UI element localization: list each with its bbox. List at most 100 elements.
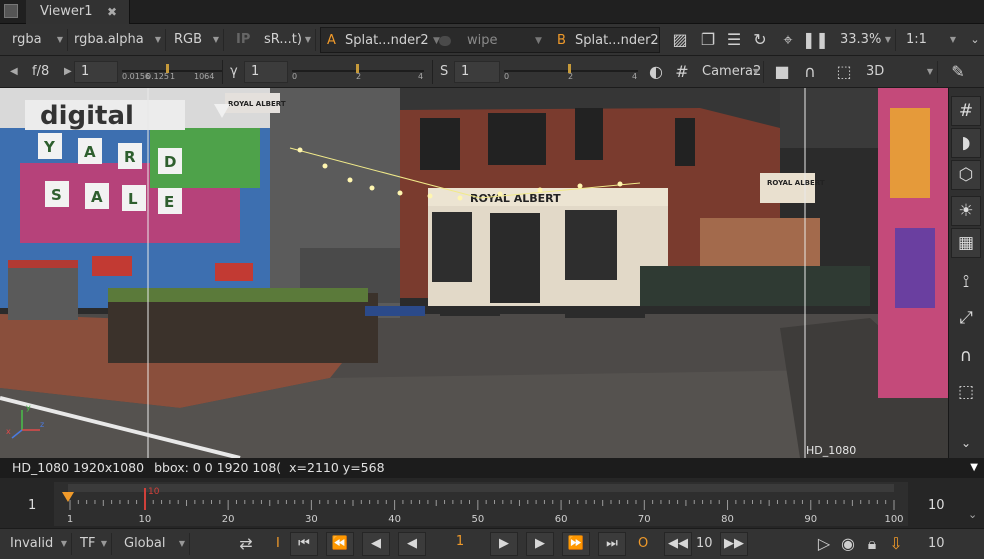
tab-label: Viewer1 [40, 4, 93, 19]
refresh-icon[interactable]: ↻ [748, 28, 772, 52]
b-input-dropdown[interactable]: Splat...nder2 [575, 30, 659, 52]
saturation-label: S [440, 64, 449, 79]
viewer-image: digital Y A R D S A L E ROYAL ALBERT ROY… [0, 88, 948, 458]
gamma-label: γ [230, 64, 238, 79]
in-point-marker-icon[interactable] [62, 492, 74, 502]
tab-viewer1[interactable]: Viewer1 ✖ [26, 0, 130, 24]
svg-text:x: x [6, 427, 11, 436]
axis-icon[interactable]: ⟟ [951, 268, 981, 298]
cube-icon[interactable]: ⬡ [951, 160, 981, 190]
viewer-canvas[interactable]: digital Y A R D S A L E ROYAL ALBERT ROY… [0, 88, 948, 458]
wipe-mode-dropdown[interactable]: wipe [467, 30, 498, 52]
skip-back-icon[interactable]: ◀◀ [664, 532, 692, 556]
playback-mode-icon[interactable]: ▷ [812, 532, 836, 556]
capture-icon[interactable]: ◉ [836, 532, 860, 556]
fps-field[interactable]: 10 [928, 533, 945, 555]
chevron-down-icon: ▼ [304, 35, 311, 44]
chevron-down-icon: ▼ [178, 539, 185, 548]
step-forward-increment-icon[interactable]: ▶ [526, 532, 554, 556]
chevron-down-icon: ▼ [56, 35, 63, 44]
timecode-format-dropdown[interactable]: TF ▼ [76, 533, 112, 555]
current-frame-marker[interactable] [144, 488, 146, 510]
skip-forward-icon[interactable]: ▶▶ [720, 532, 748, 556]
wipe-toggle[interactable] [439, 36, 451, 46]
expand-chevron-icon[interactable]: ⌄ [951, 434, 981, 454]
gain-increase-icon[interactable]: ▶ [64, 61, 72, 83]
windows-icon[interactable]: ❐ [696, 28, 720, 52]
sun-icon[interactable]: ☀ [951, 196, 981, 226]
roi-icon[interactable]: ⬚ [832, 60, 856, 84]
sale-letter: E [164, 193, 174, 211]
set-in-point-button[interactable]: I [276, 533, 280, 555]
format-overlay: HD_1080 [806, 444, 856, 457]
next-keyframe-icon[interactable]: ⏩ [562, 532, 590, 556]
svg-text:z: z [40, 420, 44, 429]
gain-field[interactable]: 1 [74, 61, 118, 83]
lock-icon[interactable]: 🔒︎ [860, 532, 884, 556]
current-frame-field[interactable]: 1 [434, 532, 486, 556]
camera-lock-icon[interactable]: ■ [770, 60, 794, 84]
chevron-down-icon: ▼ [949, 35, 956, 44]
grid-icon[interactable]: # [951, 96, 981, 126]
shade-icon[interactable]: ◗ [951, 128, 981, 158]
b-input-label: B [557, 33, 566, 48]
go-to-start-icon[interactable]: ⏮ [290, 532, 318, 556]
display-channels-value: RGB [174, 32, 203, 47]
gain-slider[interactable]: 0.0156 0.125 1 1064 [122, 62, 222, 84]
chevron-down-icon: ▼ [535, 36, 542, 46]
pause-icon[interactable]: ❚❚ [802, 28, 829, 52]
expand-chevron-icon[interactable]: ⌄ [966, 28, 984, 52]
expand-chevron-icon[interactable]: ⌄ [968, 508, 977, 521]
gain-decrease-icon[interactable]: ◀ [10, 61, 18, 83]
zoom-dropdown[interactable]: 33.3% ▼ [836, 29, 896, 51]
timeline-scrubber[interactable]: 1 10 20 30 40 50 60 70 80 90 100 10 [54, 482, 908, 526]
target-icon[interactable]: ⌖ [776, 28, 800, 52]
a-input-dropdown[interactable]: Splat...nder2 [345, 30, 429, 52]
viewer-toolbar-bottom: ◀ f/8 ▶ 1 0.0156 0.125 1 1064 γ 1 0 2 4 … [0, 56, 984, 88]
go-to-end-icon[interactable]: ⏭ [598, 532, 626, 556]
previous-keyframe-icon[interactable]: ⏪ [326, 532, 354, 556]
curve-icon[interactable]: ∩ [798, 60, 822, 84]
bbox-icon[interactable]: ⬚ [951, 378, 981, 408]
play-backward-icon[interactable]: ◀ [398, 532, 426, 556]
svg-text:y: y [26, 403, 31, 412]
loop-mode-icon[interactable]: ⇄ [234, 532, 258, 556]
frame-range-mode-dropdown[interactable]: Invalid ▼ [6, 533, 72, 555]
saturation-slider[interactable]: 0 2 4 [504, 62, 638, 84]
saturation-tick: 4 [632, 72, 638, 81]
close-tab-icon[interactable]: ✖ [107, 0, 117, 24]
transform-icon[interactable]: ⤢ [951, 304, 981, 334]
input-process-toggle[interactable]: IP [236, 29, 250, 51]
saturation-field[interactable]: 1 [454, 61, 500, 83]
export-icon[interactable]: ⇩ [884, 532, 908, 556]
pane-menu-icon[interactable] [4, 4, 18, 18]
checker-icon[interactable]: ▦ [951, 228, 981, 258]
roi-stripes-icon[interactable]: ▨ [668, 28, 692, 52]
channels-dropdown[interactable]: rgba ▼ [8, 29, 68, 51]
saturation-tick: 2 [568, 72, 574, 81]
timeline-tick-label: 40 [388, 514, 401, 525]
view-mode-dropdown[interactable]: 3D ▼ [862, 61, 938, 83]
proxy-ratio-dropdown[interactable]: 1:1 ▼ [902, 29, 960, 51]
paint-tool-icon[interactable]: ✎ [946, 60, 970, 84]
step-back-increment-icon[interactable]: ◀ [362, 532, 390, 556]
scope-dropdown[interactable]: Global ▼ [120, 533, 190, 555]
exposure-toggle-icon[interactable]: ◐ [644, 60, 668, 84]
frame-increment-field[interactable]: 10 [696, 533, 713, 555]
display-channels-dropdown[interactable]: RGB ▼ [170, 29, 224, 51]
chevron-down-icon: ▼ [100, 539, 107, 548]
set-out-point-button[interactable]: O [638, 533, 648, 555]
gamma-field[interactable]: 1 [244, 61, 288, 83]
camera-dropdown[interactable]: Camera2 ▼ [698, 61, 764, 83]
play-forward-icon[interactable]: ▶ [490, 532, 518, 556]
gamma-slider[interactable]: 0 2 4 [292, 62, 424, 84]
grid-hash-icon[interactable]: # [670, 60, 694, 84]
alpha-channel-dropdown[interactable]: rgba.alpha ▼ [70, 29, 166, 51]
chevron-down-icon: ▼ [154, 35, 161, 44]
collapse-triangle-icon[interactable]: ▼ [970, 458, 978, 478]
curve-icon[interactable]: ∩ [951, 342, 981, 372]
viewer-lut-dropdown[interactable]: sR...t) ▼ [260, 29, 316, 51]
list-icon[interactable]: ☰ [722, 28, 746, 52]
bbox-info: bbox: 0 0 1920 108( [154, 460, 282, 475]
chevron-down-icon: ▼ [212, 35, 219, 44]
